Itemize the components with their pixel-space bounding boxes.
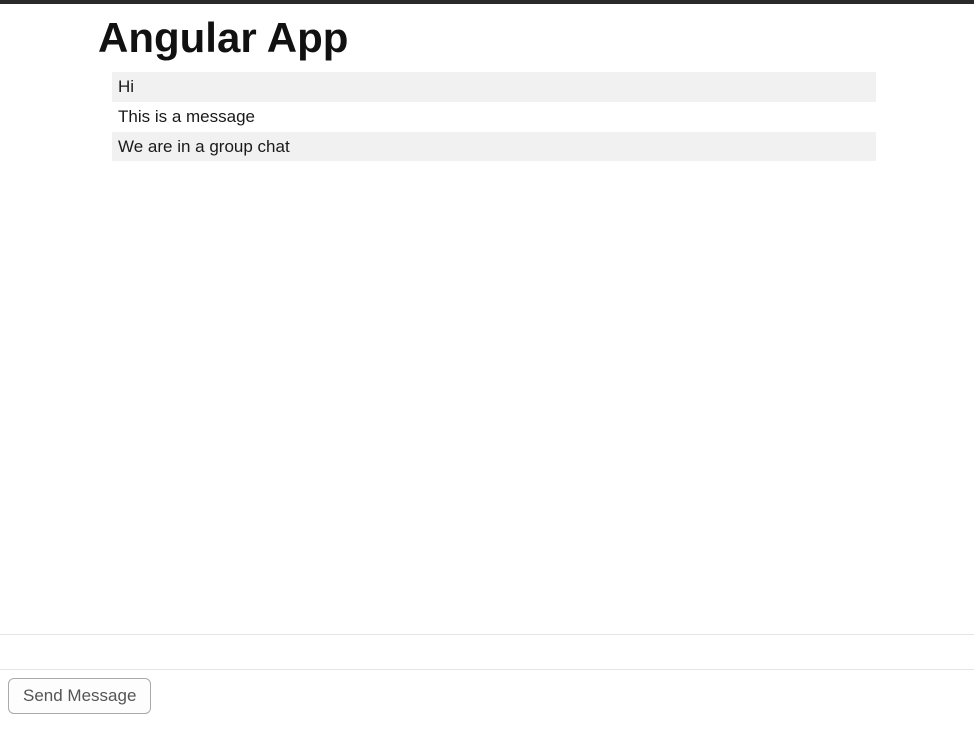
message-input[interactable]	[0, 634, 974, 670]
message-list: Hi This is a message We are in a group c…	[98, 72, 876, 161]
list-item: We are in a group chat	[112, 132, 876, 162]
send-message-button[interactable]: Send Message	[8, 678, 151, 714]
composer-footer: Send Message	[0, 634, 974, 730]
list-item: This is a message	[112, 102, 876, 132]
page-title: Angular App	[98, 14, 876, 62]
main-content: Angular App Hi This is a message We are …	[0, 4, 974, 161]
list-item: Hi	[112, 72, 876, 102]
